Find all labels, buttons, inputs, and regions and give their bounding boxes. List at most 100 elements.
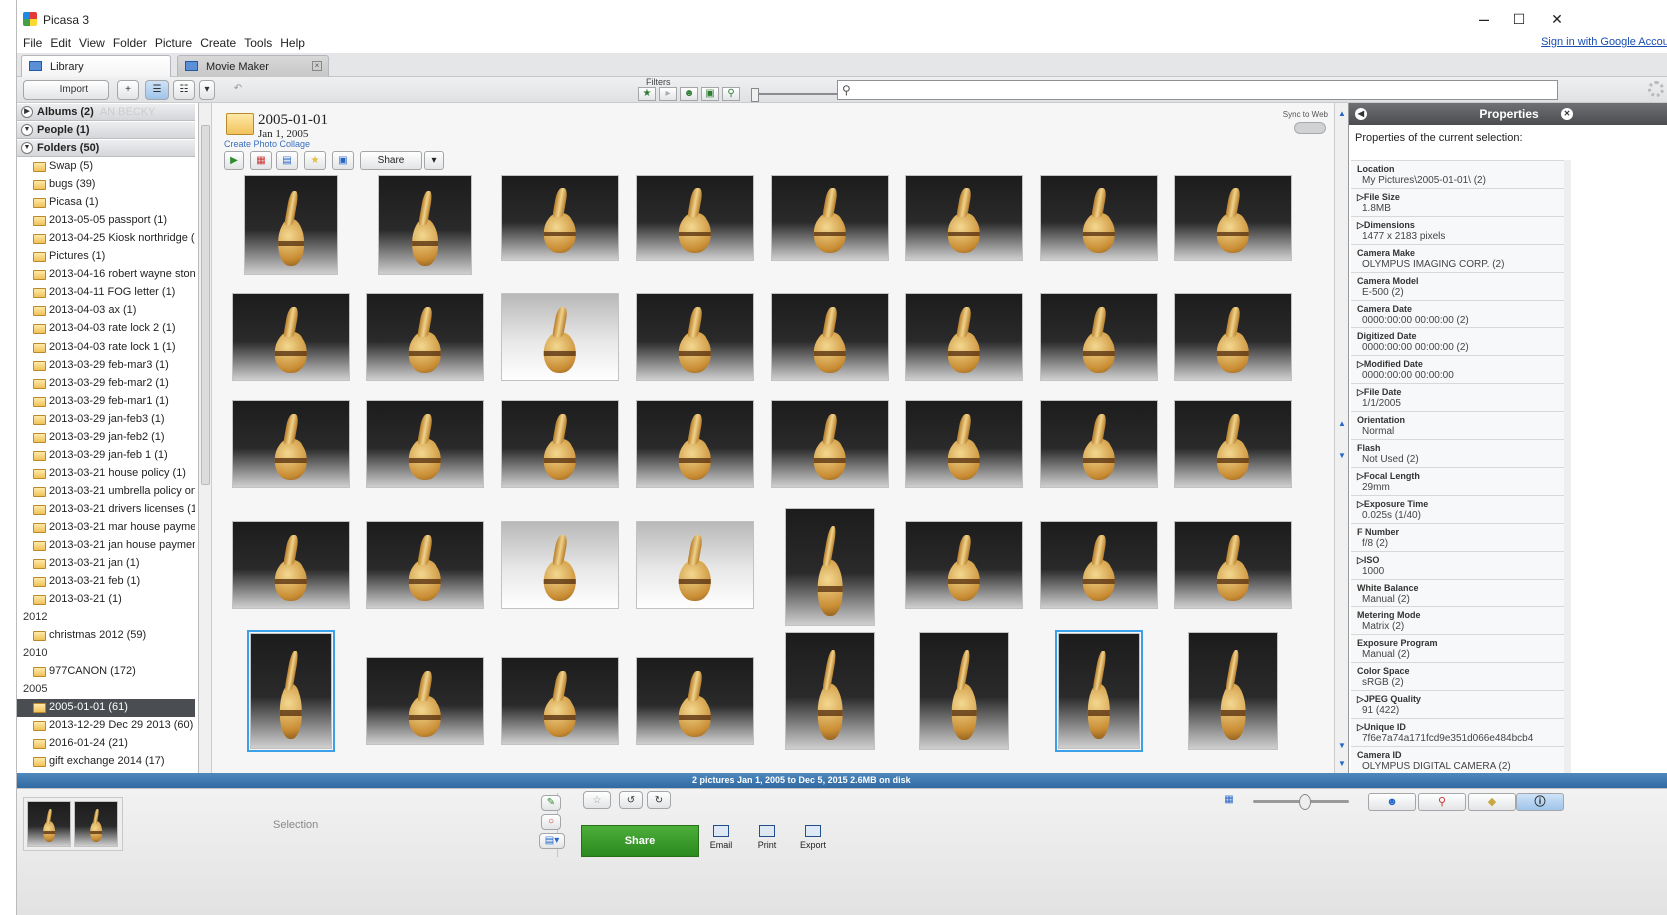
sidebar-folder-item[interactable]: christmas 2012 (59): [17, 627, 195, 645]
photo-thumbnail[interactable]: [366, 400, 484, 488]
photo-thumbnail[interactable]: [1174, 521, 1292, 609]
menu-file[interactable]: File: [23, 33, 42, 53]
scroll-down-icon[interactable]: ▼: [1337, 741, 1347, 750]
collage-icon[interactable]: ▦: [250, 151, 272, 170]
flat-view-button[interactable]: ☰: [145, 80, 169, 100]
property-row[interactable]: Color Space sRGB (2): [1351, 662, 1564, 691]
menu-edit[interactable]: Edit: [50, 33, 71, 53]
photo-thumbnail[interactable]: [378, 175, 472, 275]
menu-create[interactable]: Create: [200, 33, 236, 53]
sidebar-folder-item[interactable]: 2013-03-29 feb-mar1 (1): [17, 393, 195, 411]
photo-thumbnail[interactable]: [501, 521, 619, 609]
property-row[interactable]: Camera Model E-500 (2): [1351, 271, 1564, 300]
add-to-album-icon[interactable]: ▤▾: [539, 833, 565, 849]
property-row[interactable]: ▷ISO 1000: [1351, 550, 1564, 579]
photo-thumbnail[interactable]: [366, 657, 484, 745]
photo-thumbnail[interactable]: [771, 175, 889, 261]
sidebar-folder-item[interactable]: 2013-03-21 jan (1): [17, 555, 195, 573]
photo-thumbnail[interactable]: [501, 400, 619, 488]
photo-thumbnail[interactable]: [636, 400, 754, 488]
photo-thumbnail[interactable]: [244, 175, 338, 275]
menu-picture[interactable]: Picture: [155, 33, 192, 53]
photo-thumbnail[interactable]: [1174, 293, 1292, 381]
share-dropdown-icon[interactable]: ▾: [424, 151, 444, 170]
property-row[interactable]: Digitized Date 0000:00:00 00:00:00 (2): [1351, 327, 1564, 356]
sidebar-folder-item[interactable]: 2013-03-21 (1): [17, 591, 195, 609]
property-row[interactable]: Exposure Program Manual (2): [1351, 634, 1564, 663]
tab-movie-maker[interactable]: Movie Maker ×: [177, 55, 329, 77]
sidebar-folder-item[interactable]: 977CANON (172): [17, 663, 195, 681]
property-row[interactable]: F Number f/8 (2): [1351, 522, 1564, 551]
sidebar-folder-item[interactable]: 2013-04-03 rate lock 1 (1): [17, 339, 195, 357]
star-icon[interactable]: ★: [304, 151, 326, 170]
photo-thumbnail[interactable]: [1174, 400, 1292, 488]
folders-header[interactable]: ▼ Folders (50): [17, 140, 195, 157]
rotate-right-icon[interactable]: ↻: [647, 791, 671, 809]
sidebar-folder-item[interactable]: 2013-03-21 house policy (1): [17, 465, 195, 483]
tags-panel-button[interactable]: ◆: [1468, 793, 1516, 811]
photo-thumbnail[interactable]: [636, 657, 754, 745]
scroll-down-icon[interactable]: ▼: [1337, 451, 1347, 460]
photo-thumbnail[interactable]: [1055, 630, 1143, 752]
sidebar-folder-item[interactable]: 2013-12-29 Dec 29 2013 (60): [17, 717, 195, 735]
tray-thumbnail[interactable]: [27, 801, 71, 847]
sidebar-folder-item[interactable]: 2013-04-25 Kiosk northridge (1): [17, 230, 195, 248]
menu-tools[interactable]: Tools: [244, 33, 272, 53]
photo-thumbnail[interactable]: [905, 521, 1023, 609]
sidebar-folder-item[interactable]: 2013-03-29 feb-mar2 (1): [17, 375, 195, 393]
photo-thumbnail[interactable]: [1040, 521, 1158, 609]
property-row[interactable]: ▷Focal Length 29mm: [1351, 466, 1564, 495]
collapse-icon[interactable]: ▼: [21, 124, 33, 136]
maximize-button[interactable]: ☐: [1499, 6, 1539, 32]
menu-help[interactable]: Help: [280, 33, 305, 53]
star-icon[interactable]: ☆: [583, 791, 611, 809]
save-icon[interactable]: ▣: [332, 151, 354, 170]
properties-close-icon[interactable]: ✕: [1561, 108, 1573, 120]
photo-thumbnail[interactable]: [785, 508, 875, 626]
slideshow-button[interactable]: ▶: [224, 151, 244, 170]
photo-thumbnail[interactable]: [1040, 293, 1158, 381]
sidebar-folder-item[interactable]: 2013-03-21 mar house paymen...: [17, 519, 195, 537]
property-row[interactable]: ▷JPEG Quality 91 (422): [1351, 690, 1564, 719]
sidebar-scrollbar[interactable]: [199, 103, 212, 773]
sidebar-folder-item[interactable]: gift exchange 2014 (17): [17, 753, 195, 771]
movie-icon[interactable]: ▤: [276, 151, 298, 170]
import-button[interactable]: Import: [23, 80, 109, 100]
property-row[interactable]: ▷File Date 1/1/2005: [1351, 383, 1564, 412]
property-row[interactable]: ▷Dimensions 1477 x 2183 pixels: [1351, 215, 1564, 244]
sidebar-folder-item[interactable]: 2005-01-01 (61): [17, 699, 195, 718]
property-row[interactable]: Camera ID OLYMPUS DIGITAL CAMERA (2): [1351, 745, 1564, 773]
sidebar-folder-item[interactable]: 2013-03-21 drivers licenses (1): [17, 501, 195, 519]
upload-filter-icon[interactable]: ▣: [701, 87, 719, 101]
share-button[interactable]: Share: [581, 825, 699, 857]
sidebar-folder-item[interactable]: 2013-03-29 jan-feb2 (1): [17, 429, 195, 447]
photo-thumbnail[interactable]: [232, 293, 350, 381]
add-to-album-button[interactable]: +: [117, 80, 139, 100]
print-button[interactable]: Print: [747, 825, 787, 850]
sidebar-folder-item[interactable]: 2013-03-21 feb (1): [17, 573, 195, 591]
photo-thumbnail[interactable]: [771, 400, 889, 488]
sidebar-scroll-thumb[interactable]: [201, 125, 210, 485]
view-dropdown-button[interactable]: ▾: [199, 80, 215, 100]
photo-thumbnail[interactable]: [366, 293, 484, 381]
album-share-button[interactable]: Share: [360, 151, 422, 170]
sidebar-folder-item[interactable]: 2013-04-03 ax (1): [17, 302, 195, 320]
sidebar-folder-item[interactable]: 2013-03-29 feb-mar3 (1): [17, 357, 195, 375]
photo-browser-scrollbar[interactable]: ▲ ▲ ▼ ▼ ▼: [1334, 103, 1348, 773]
sidebar-folder-item[interactable]: 2013-04-16 robert wayne ston...: [17, 266, 195, 284]
create-photo-collage-link[interactable]: Create Photo Collage: [224, 139, 310, 149]
sidebar-folder-item[interactable]: 2013-03-21 jan house payment...: [17, 537, 195, 555]
rotate-left-icon[interactable]: ↺: [619, 791, 643, 809]
selection-tray[interactable]: [23, 797, 123, 851]
photo-thumbnail[interactable]: [501, 175, 619, 261]
minimize-button[interactable]: –: [1464, 6, 1504, 32]
photo-thumbnail[interactable]: [905, 175, 1023, 261]
sidebar-folder-item[interactable]: 2013-04-11 FOG letter (1): [17, 284, 195, 302]
sidebar-folder-item[interactable]: 2013-05-05 passport (1): [17, 212, 195, 230]
tree-view-button[interactable]: ☷: [173, 80, 195, 100]
expand-icon[interactable]: ▶: [21, 106, 33, 118]
photo-thumbnail[interactable]: [636, 521, 754, 609]
photo-thumbnail[interactable]: [366, 521, 484, 609]
hold-pin-icon[interactable]: ✎: [541, 795, 561, 811]
photo-thumbnail[interactable]: [771, 293, 889, 381]
